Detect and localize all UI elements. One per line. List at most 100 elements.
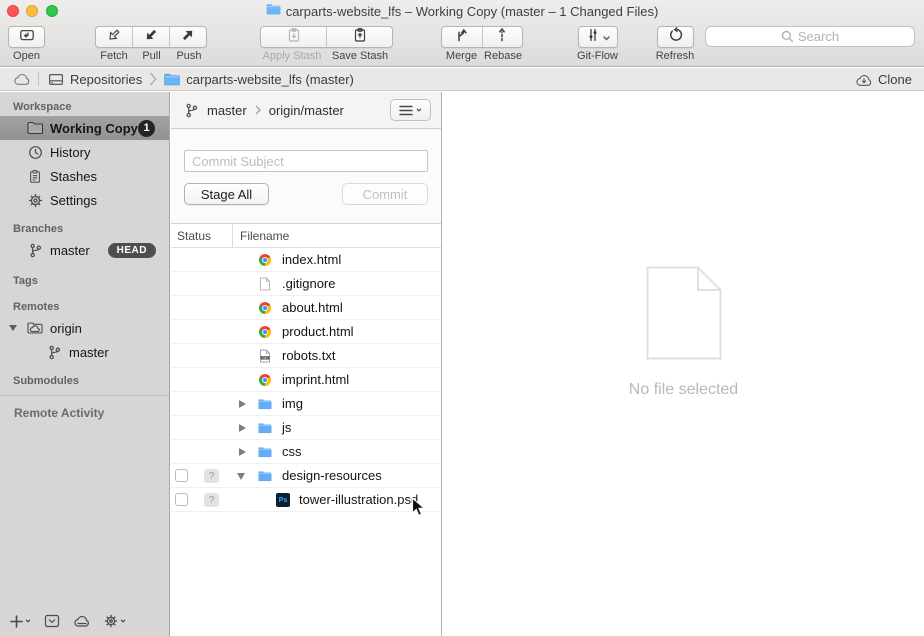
file-name: img — [282, 396, 303, 411]
titlebar[interactable]: carparts-website_lfs – Working Copy (mas… — [0, 0, 924, 22]
branch-icon — [27, 242, 43, 258]
pathbar-divider — [38, 72, 39, 86]
clone-label: Clone — [878, 72, 912, 87]
sidebar-header-remotes: Remotes — [0, 298, 169, 316]
disclosure-triangle[interactable] — [9, 325, 17, 331]
folder-file-icon — [258, 397, 272, 411]
push-button[interactable] — [170, 27, 206, 47]
fetch-label: Fetch — [95, 50, 133, 62]
working-copy-folder-icon — [27, 120, 43, 136]
push-icon — [180, 27, 196, 48]
breadcrumb-repositories[interactable]: Repositories — [48, 72, 142, 87]
sidebar-divider — [0, 395, 169, 396]
title-folder-icon — [266, 2, 281, 20]
sidebar-item-settings[interactable]: Settings — [0, 188, 169, 212]
disclosure-triangle[interactable] — [237, 473, 245, 480]
merge-actions-group — [441, 26, 523, 48]
git-flow-button[interactable] — [578, 26, 618, 48]
sidebar-item-stashes[interactable]: Stashes — [0, 164, 169, 188]
pull-button[interactable] — [133, 27, 170, 47]
stage-all-button[interactable]: Stage All — [184, 183, 269, 205]
sidebar-header-remote-activity: Remote Activity — [0, 404, 169, 422]
sidebar-item-branch-master[interactable]: master HEAD — [0, 238, 169, 262]
branch-bar: master origin/master — [171, 92, 441, 129]
apply-stash-label: Apply Stash — [257, 50, 327, 62]
table-row[interactable]: css — [171, 440, 441, 464]
sidebar: Workspace Working Copy 1 History Stashes — [0, 92, 170, 636]
table-row[interactable]: img — [171, 392, 441, 416]
sidebar-footer — [0, 606, 169, 636]
head-badge: HEAD — [108, 243, 156, 258]
services-cloud-icon[interactable] — [13, 72, 31, 86]
history-clock-icon — [27, 144, 43, 160]
table-row[interactable]: js — [171, 416, 441, 440]
git-flow-icon — [586, 28, 600, 47]
table-row[interactable]: ?Pstower-illustration.psd — [171, 488, 441, 512]
upstream-branch-label: origin/master — [269, 103, 344, 118]
stash-actions-group — [260, 26, 393, 48]
status-badge: ? — [204, 469, 219, 483]
sidebar-item-remote-branch-master[interactable]: master — [0, 340, 169, 364]
psd-file-icon: Ps — [276, 493, 290, 507]
remote-actions-group — [95, 26, 207, 48]
apply-stash-button[interactable] — [261, 27, 327, 47]
save-stash-button[interactable] — [327, 27, 392, 47]
remote-branch-label: master — [69, 345, 109, 360]
file-name: product.html — [282, 324, 354, 339]
sidebar-item-working-copy[interactable]: Working Copy 1 — [0, 116, 169, 140]
open-label: Open — [8, 50, 45, 62]
search-input[interactable]: Search — [705, 26, 915, 47]
table-row[interactable]: product.html — [171, 320, 441, 344]
table-row[interactable]: imprint.html — [171, 368, 441, 392]
commit-button[interactable]: Commit — [342, 183, 428, 205]
column-header-filename[interactable]: Filename — [233, 229, 289, 243]
file-name: js — [282, 420, 291, 435]
disclosure-triangle[interactable] — [239, 424, 246, 432]
disclosure-triangle[interactable] — [239, 400, 246, 408]
stage-checkbox[interactable] — [175, 493, 188, 506]
commit-subject-input[interactable] — [184, 150, 428, 172]
gear-menu-button[interactable] — [104, 614, 126, 628]
search-icon — [781, 30, 794, 43]
remote-folder-cloud-icon — [27, 320, 43, 336]
merge-button[interactable] — [442, 27, 483, 47]
merge-icon — [454, 27, 470, 48]
clone-button[interactable]: Clone — [855, 68, 912, 91]
fetch-button[interactable] — [96, 27, 133, 47]
save-stash-label: Save Stash — [327, 50, 393, 62]
tray-icon[interactable] — [44, 614, 60, 628]
doc-file-icon — [258, 277, 272, 291]
disclosure-triangle[interactable] — [239, 448, 246, 456]
stage-checkbox[interactable] — [175, 469, 188, 482]
stashes-clipboard-icon — [27, 168, 43, 184]
table-row[interactable]: ?design-resources — [171, 464, 441, 488]
rebase-button[interactable] — [483, 27, 523, 47]
repositories-label: Repositories — [70, 72, 142, 87]
sidebar-item-remote-origin[interactable]: origin — [0, 316, 169, 340]
refresh-button[interactable] — [657, 26, 694, 48]
changed-files-badge: 1 — [138, 120, 155, 137]
open-button[interactable] — [8, 26, 45, 48]
apply-stash-icon — [286, 27, 302, 48]
sidebar-item-label: Working Copy — [50, 121, 138, 136]
breadcrumb-repo[interactable]: carparts-website_lfs (master) — [164, 72, 354, 87]
table-row[interactable]: TXTrobots.txt — [171, 344, 441, 368]
sidebar-item-label: Stashes — [50, 169, 97, 184]
sidebar-item-history[interactable]: History — [0, 140, 169, 164]
refresh-label: Refresh — [651, 50, 699, 62]
breadcrumb-chevron-icon — [149, 72, 157, 86]
branch-icon — [46, 344, 62, 360]
column-header-status[interactable]: Status — [171, 224, 233, 247]
current-branch-label: master — [207, 103, 247, 118]
file-list-header: Status Filename — [171, 224, 441, 248]
sidebar-header-workspace: Workspace — [0, 98, 169, 116]
table-row[interactable]: index.html — [171, 248, 441, 272]
window-title: carparts-website_lfs – Working Copy (mas… — [286, 4, 659, 19]
add-button[interactable] — [10, 615, 31, 628]
view-options-button[interactable] — [390, 99, 431, 121]
open-icon — [19, 27, 35, 48]
refresh-icon — [668, 27, 684, 48]
table-row[interactable]: about.html — [171, 296, 441, 320]
table-row[interactable]: .gitignore — [171, 272, 441, 296]
cloud-icon[interactable] — [73, 614, 91, 628]
